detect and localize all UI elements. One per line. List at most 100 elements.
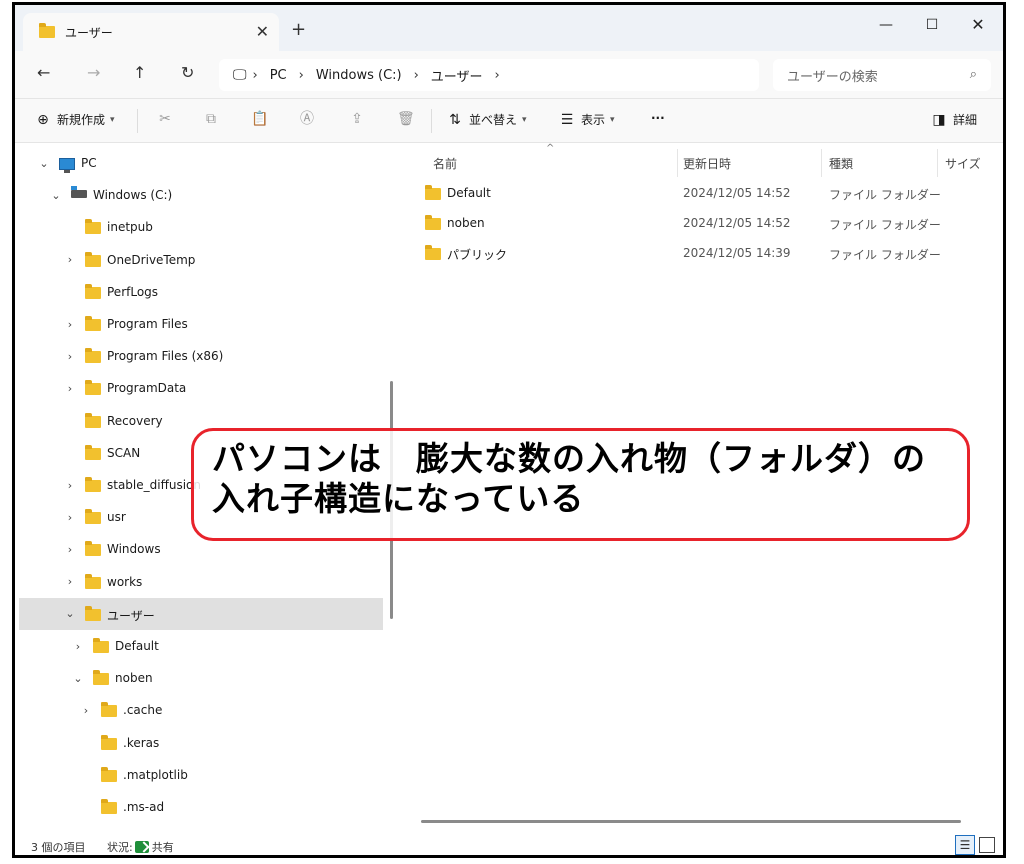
breadcrumb-users[interactable]: ユーザー (431, 66, 483, 85)
tree-item[interactable]: › Default (19, 630, 383, 662)
breadcrumb-pc[interactable]: PC (270, 68, 287, 83)
chevron-right-icon[interactable]: › (63, 479, 77, 492)
sort-button[interactable]: ⇅ 並べ替え ▾ (447, 111, 526, 128)
tree-item[interactable]: ⌄ noben (19, 662, 383, 694)
chevron-right-icon: › (298, 67, 304, 83)
tree-item[interactable]: .ms-ad (19, 791, 383, 823)
new-button[interactable]: ⊕ 新規作成 ▾ (35, 111, 115, 128)
file-type: ファイル フォルダー (829, 248, 941, 262)
tree-item-label: OneDriveTemp (107, 252, 196, 267)
column-divider[interactable] (937, 149, 938, 177)
file-row[interactable]: Default 2024/12/05 14:52 ファイル フォルダー (421, 178, 981, 208)
tree-item[interactable]: PerfLogs (19, 276, 383, 308)
copy-icon[interactable]: ⧉ (203, 111, 219, 127)
drive-icon (71, 186, 87, 199)
chevron-right-icon[interactable]: › (71, 640, 85, 653)
tree-item[interactable]: › ProgramData (19, 372, 383, 404)
tree-item[interactable]: .matplotlib (19, 759, 383, 791)
refresh-icon[interactable]: ↻ (181, 63, 194, 82)
chevron-right-icon[interactable]: › (63, 543, 77, 556)
chevron-down-icon[interactable]: ⌄ (71, 672, 85, 685)
paste-icon[interactable]: 📋 (251, 111, 268, 127)
search-input[interactable]: ユーザーの検索 ⌕ (773, 59, 991, 91)
chevron-right-icon[interactable]: › (63, 350, 77, 363)
cut-icon[interactable]: ✂ (157, 111, 173, 127)
more-button[interactable]: ··· (651, 111, 665, 125)
minimize-button[interactable]: — (863, 11, 909, 39)
tree-item[interactable]: .keras (19, 727, 383, 759)
rename-icon[interactable]: Ⓐ (299, 111, 315, 127)
chevron-right-icon[interactable]: › (63, 575, 77, 588)
folder-icon (39, 23, 55, 38)
column-divider[interactable] (821, 149, 822, 177)
tab-users[interactable]: ユーザー ✕ (23, 13, 279, 51)
tree-item[interactable]: › Program Files (x86) (19, 340, 383, 372)
tree-item[interactable]: ⌄ ユーザー (19, 597, 383, 630)
chevron-right-icon[interactable]: › (63, 382, 77, 395)
sort-label: 並べ替え (469, 113, 518, 127)
folder-icon (101, 799, 117, 814)
tree-item[interactable]: › OneDriveTemp (19, 244, 383, 276)
maximize-button[interactable]: ☐ (909, 11, 955, 39)
chevron-down-icon: ▾ (110, 114, 115, 125)
tree-item-label: ユーザー (107, 608, 155, 623)
view-list-icon: ☰ (560, 111, 574, 128)
folder-icon (93, 638, 109, 653)
file-name: パブリック (447, 248, 508, 262)
title-bar: ユーザー ✕ + — ☐ ✕ (15, 5, 1003, 51)
close-tab-icon[interactable]: ✕ (256, 22, 269, 41)
new-tab-button[interactable]: + (291, 19, 306, 40)
sort-icon: ⇅ (449, 111, 461, 128)
address-bar[interactable]: 🖵 › PC › Windows (C:) › ユーザー › (219, 59, 759, 91)
folder-icon (101, 702, 117, 718)
chevron-right-icon[interactable]: › (63, 318, 77, 331)
tree-item[interactable]: inetpub (19, 211, 383, 243)
tiles-view-icon[interactable] (979, 837, 995, 853)
back-arrow-icon[interactable]: ← (37, 63, 50, 82)
folder-icon (85, 283, 101, 299)
callout-box: パソコンは 膨大な数の入れ物（フォルダ）の 入れ子構造になっている (191, 428, 970, 541)
file-date: 2024/12/05 14:39 (683, 246, 791, 260)
chevron-right-icon[interactable]: › (79, 704, 93, 717)
file-row[interactable]: パブリック 2024/12/05 14:39 ファイル フォルダー (421, 238, 981, 268)
tree-item[interactable]: › works (19, 566, 383, 598)
tree-item[interactable]: ⌄ Windows (C:) (19, 179, 383, 211)
status-label: 状況: (107, 841, 133, 854)
column-type[interactable]: 種類 (829, 155, 853, 172)
folder-icon (85, 444, 101, 460)
search-icon: ⌕ (969, 67, 977, 82)
tree-item-label: .cache (123, 703, 163, 718)
chevron-right-icon[interactable]: › (495, 68, 500, 83)
tree-item[interactable]: › Program Files (19, 308, 383, 340)
chevron-down-icon[interactable]: ⌄ (37, 157, 51, 170)
details-pane-icon: ◨ (932, 111, 946, 128)
share-icon[interactable]: ⇪ (349, 111, 365, 127)
view-button[interactable]: ☰ 表示 ▾ (559, 111, 615, 128)
details-view-icon[interactable]: ☰ (955, 835, 975, 855)
horizontal-scrollbar[interactable] (421, 820, 961, 823)
column-name[interactable]: 名前 (433, 155, 457, 172)
up-arrow-icon[interactable]: ↑ (133, 63, 146, 82)
file-row[interactable]: noben 2024/12/05 14:52 ファイル フォルダー (421, 208, 981, 238)
tree-item[interactable]: › .cache (19, 694, 383, 726)
details-button[interactable]: ◨ 詳細 (931, 111, 977, 128)
tree-item-label: .ms-ad (123, 800, 165, 814)
chevron-down-icon[interactable]: ⌄ (63, 607, 77, 620)
close-window-button[interactable]: ✕ (955, 11, 1001, 39)
chevron-right-icon[interactable]: › (63, 253, 77, 266)
chevron-down-icon[interactable]: ⌄ (49, 189, 63, 202)
breadcrumb-drive[interactable]: Windows (C:) (316, 68, 402, 83)
column-divider[interactable] (677, 149, 678, 177)
chevron-right-icon[interactable]: › (63, 511, 77, 524)
folder-icon (101, 734, 117, 750)
view-label: 表示 (581, 113, 606, 127)
delete-icon[interactable]: 🗑 (397, 111, 415, 127)
address-row: ← → ↑ ↻ 🖵 › PC › Windows (C:) › ユーザー › ユ… (15, 51, 1003, 99)
forward-arrow-icon[interactable]: → (87, 63, 100, 82)
tree-item-label: usr (107, 510, 126, 525)
divider (137, 109, 138, 133)
column-date[interactable]: 更新日時 (683, 155, 731, 172)
tree-item-label: Windows (C:) (93, 188, 173, 203)
column-size[interactable]: サイズ (945, 155, 981, 172)
tree-item[interactable]: ⌄ PC (19, 147, 383, 179)
